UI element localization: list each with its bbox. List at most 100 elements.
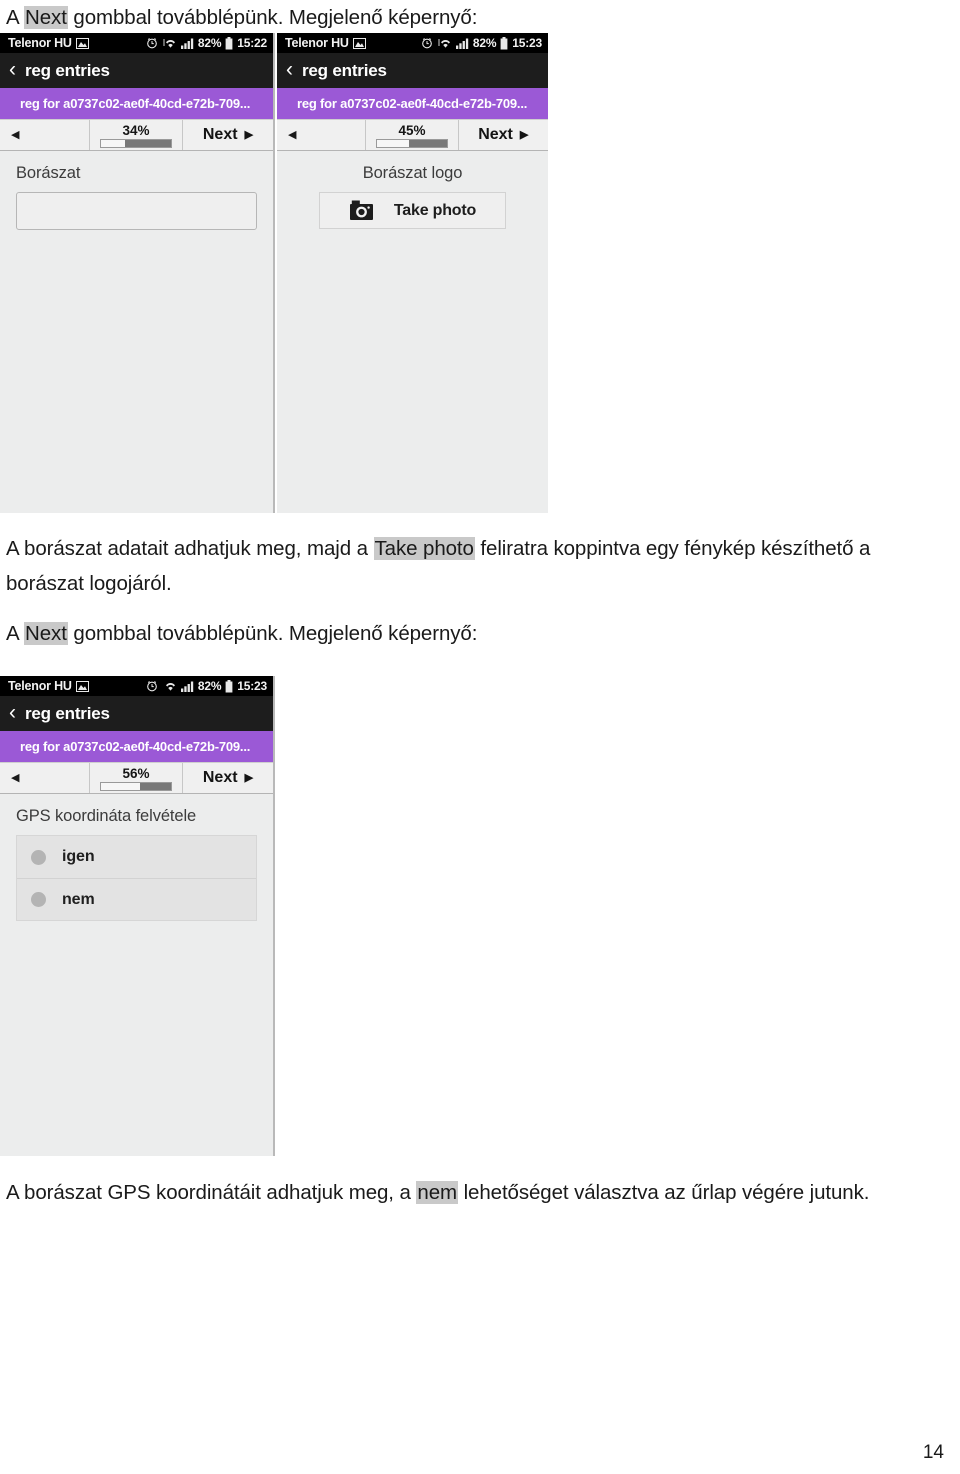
borászat-text-input[interactable] — [16, 192, 257, 230]
prev-button[interactable]: ◀ — [277, 120, 367, 150]
progress-indicator: 34% — [90, 120, 183, 150]
form-body: Borászat — [0, 151, 273, 513]
signal-bars-icon — [180, 38, 194, 49]
clock-label: 15:23 — [237, 679, 267, 693]
app-title-bar: ‹ reg entries — [0, 53, 273, 88]
progress-label: 45% — [398, 122, 426, 138]
prev-button[interactable]: ◀ — [0, 120, 91, 150]
app-title: reg entries — [25, 60, 110, 80]
text-run: feliratra koppintva egy fénykép készíthe… — [474, 537, 871, 560]
field-label-gps: GPS koordináta felvétele — [16, 807, 197, 825]
paragraph-bottom: A borászat GPS koordinátáit adhatjuk meg… — [6, 1177, 869, 1208]
form-body: Borászat logo Take photo — [277, 151, 548, 513]
form-nav-bar: ◀ 45% Next ▶ — [277, 119, 548, 151]
progress-fill — [124, 139, 171, 147]
app-title: reg entries — [302, 60, 387, 80]
signal-bars-icon — [455, 38, 469, 49]
entry-banner: reg for a0737c02-ae0f-40cd-e72b-709... — [277, 88, 548, 119]
text-run: A borászat GPS koordinátáit adhatjuk meg… — [6, 1181, 417, 1204]
camera-icon — [349, 200, 373, 220]
signal-bars-icon — [180, 681, 194, 692]
image-icon — [75, 37, 89, 49]
status-bar: Telenor HU 82% — [277, 33, 548, 53]
screenshot-phone-2: Telenor HU 82% 15:23 ‹ reg entries reg f… — [277, 33, 548, 513]
take-photo-label: Take photo — [393, 201, 477, 219]
paragraph-mid-1: A borászat adatait adhatjuk meg, majd a … — [6, 533, 870, 564]
progress-indicator: 56% — [90, 763, 183, 793]
battery-icon — [225, 679, 233, 692]
image-icon — [352, 37, 366, 49]
next-button[interactable]: Next ▶ — [459, 120, 548, 150]
progress-label: 56% — [122, 765, 150, 781]
progress-label: 34% — [122, 122, 150, 138]
text-run: A — [6, 622, 25, 645]
paragraph-mid-2: borászat logojáról. — [6, 568, 172, 599]
alarm-clock-icon — [422, 38, 432, 49]
text-run: borászat logojáról. — [6, 572, 172, 595]
progress-fill — [140, 782, 171, 790]
next-button-label: Next — [478, 126, 513, 143]
battery-icon — [500, 36, 508, 49]
take-photo-button[interactable]: Take photo — [319, 192, 506, 229]
image-icon — [75, 680, 89, 692]
gps-radio-group: igen nem — [16, 835, 257, 921]
chevron-left-icon[interactable]: ‹ — [9, 702, 16, 723]
progress-track — [376, 138, 448, 148]
radio-dot-icon — [31, 849, 46, 865]
carrier-label: Telenor HU — [8, 679, 72, 693]
battery-icon — [225, 36, 233, 49]
wifi-icon — [438, 38, 450, 48]
triangle-right-icon: ▶ — [519, 128, 529, 141]
entry-banner-label: reg for a0737c02-ae0f-40cd-e72b-709... — [20, 96, 251, 111]
entry-banner: reg for a0737c02-ae0f-40cd-e72b-709... — [0, 731, 273, 762]
triangle-left-icon: ◀ — [11, 128, 20, 141]
screenshot-phone-3: Telenor HU 82% 15:23 ‹ reg entries reg f… — [0, 676, 275, 1156]
text-run: A borászat adatait adhatjuk meg, majd a — [6, 537, 374, 560]
form-body: GPS koordináta felvétele igen nem — [0, 794, 273, 1156]
form-nav-bar: ◀ 34% Next ▶ — [0, 119, 273, 151]
text-run: A — [6, 6, 25, 29]
screenshot-phone-1: Telenor HU 82% 15:22 ‹ reg entries reg f… — [0, 33, 275, 513]
radio-label-igen: igen — [62, 848, 95, 865]
clock-label: 15:22 — [237, 36, 267, 50]
form-nav-bar: ◀ 56% Next ▶ — [0, 762, 273, 794]
battery-percent-label: 82% — [197, 679, 222, 693]
highlighted-term: Take photo — [373, 537, 475, 560]
field-label-borászat-logo: Borászat logo — [362, 164, 463, 182]
radio-option-igen[interactable]: igen — [17, 836, 256, 878]
app-title-bar: ‹ reg entries — [0, 696, 273, 731]
wifi-icon — [165, 682, 175, 691]
highlighted-term: Next — [24, 6, 68, 29]
radio-dot-icon — [31, 892, 46, 907]
entry-banner-label: reg for a0737c02-ae0f-40cd-e72b-709... — [297, 96, 528, 111]
battery-percent-label: 82% — [472, 36, 497, 50]
text-run: gombbal továbblépünk. Megjelenő képernyő… — [67, 6, 478, 29]
entry-banner: reg for a0737c02-ae0f-40cd-e72b-709... — [0, 88, 273, 119]
highlighted-term: Next — [24, 622, 68, 645]
text-run: gombbal továbblépünk. Megjelenő képernyő… — [67, 622, 478, 645]
next-button-label: Next — [202, 126, 238, 143]
chevron-left-icon[interactable]: ‹ — [286, 59, 293, 80]
progress-track — [100, 138, 172, 148]
field-label-borászat: Borászat — [16, 164, 81, 182]
progress-track — [100, 781, 172, 791]
prev-button[interactable]: ◀ — [0, 763, 91, 793]
carrier-label: Telenor HU — [285, 36, 349, 50]
chevron-left-icon[interactable]: ‹ — [9, 59, 16, 80]
progress-fill — [408, 139, 447, 147]
entry-banner-label: reg for a0737c02-ae0f-40cd-e72b-709... — [20, 739, 251, 754]
carrier-label: Telenor HU — [8, 36, 72, 50]
paragraph-mid-3: A Next gombbal továbblépünk. Megjelenő k… — [6, 618, 477, 649]
next-button[interactable]: Next ▶ — [183, 120, 273, 150]
paragraph-top: A Next gombbal továbblépünk. Megjelenő k… — [6, 2, 477, 33]
next-button[interactable]: Next ▶ — [183, 763, 273, 793]
radio-option-nem[interactable]: nem — [17, 878, 256, 920]
page-number: 14 — [922, 1442, 944, 1463]
alarm-clock-icon — [147, 681, 157, 692]
triangle-left-icon: ◀ — [288, 128, 297, 141]
radio-label-nem: nem — [62, 890, 95, 908]
app-title-bar: ‹ reg entries — [277, 53, 548, 88]
clock-label: 15:23 — [512, 36, 542, 50]
app-title: reg entries — [25, 703, 110, 723]
progress-indicator: 45% — [366, 120, 459, 150]
